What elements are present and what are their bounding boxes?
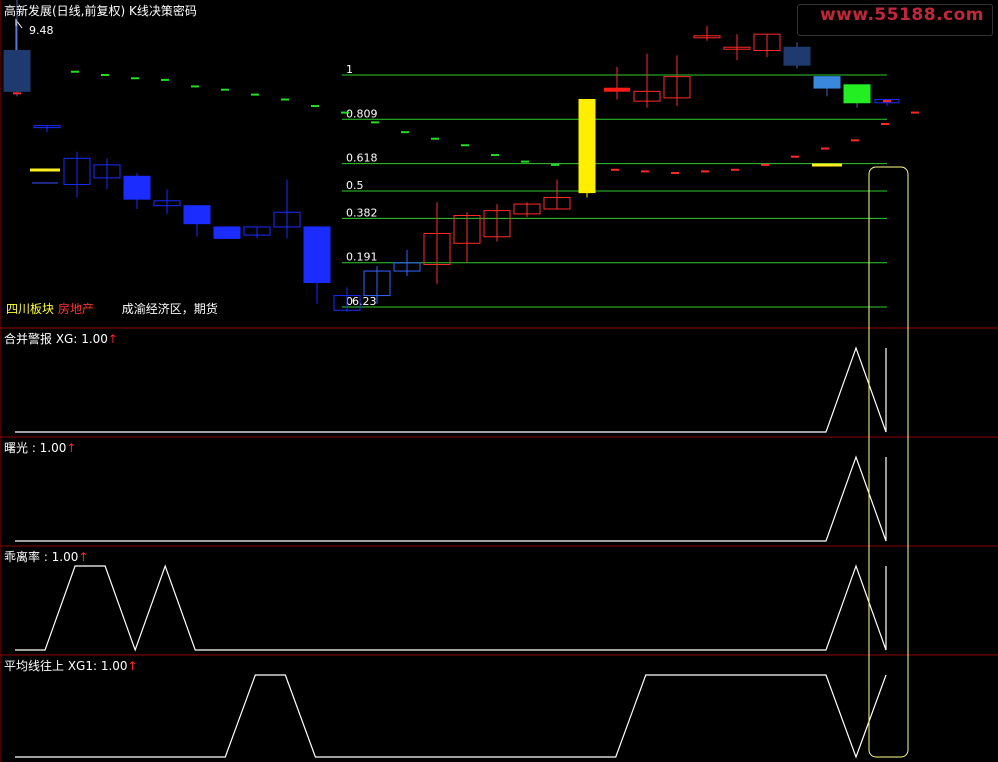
panel-label-3: 平均线往上 XG1: 1.00↑ <box>4 657 138 674</box>
candle-body-20 <box>604 87 630 92</box>
fib-label-4: 0.382 <box>346 206 378 219</box>
panel-label-text-0: 合并警报 XG: 1.00 <box>4 332 108 346</box>
panel-label-text-1: 曙光 : 1.00 <box>4 441 67 455</box>
panel-label-text-3: 平均线往上 XG1: 1.00 <box>4 659 128 673</box>
indicator-line-3 <box>15 674 887 759</box>
panel-label-1: 曙光 : 1.00↑ <box>4 439 76 456</box>
indicator-line-2 <box>15 564 887 652</box>
sector-tag-region[interactable]: 成渝经济区，期货 <box>122 302 218 316</box>
up-arrow-icon: ↑ <box>78 550 89 564</box>
candle-body-26 <box>783 46 811 66</box>
indicator-line-1 <box>15 455 887 542</box>
sector-tag-realestate[interactable]: 房地产 <box>58 302 94 316</box>
candle-body-10 <box>303 226 331 283</box>
sector-tag-sichuan[interactable]: 四川板块 <box>6 302 54 316</box>
watermark: www.55188.com <box>819 5 984 25</box>
panel-label-0: 合并警报 XG: 1.00↑ <box>4 330 118 347</box>
fib-label-2: 0.618 <box>346 152 378 165</box>
up-arrow-icon: ↑ <box>107 332 118 346</box>
chart-canvas: 10.8090.6180.50.3820.1910 6.239.48 <box>0 0 998 762</box>
candle-body-7 <box>213 226 241 239</box>
panel-label-2: 乖离率 : 1.00↑ <box>4 548 88 565</box>
candle-body-27 <box>813 76 841 89</box>
high-price-label: 9.48 <box>29 24 54 37</box>
candle-body-4 <box>123 175 151 200</box>
fib-label-1: 0.809 <box>346 107 378 120</box>
indicator-line-0 <box>15 346 887 433</box>
highlight-box <box>868 166 909 758</box>
sector-tags: 四川板块 房地产 成渝经济区，期货 <box>6 302 218 316</box>
panel-label-text-2: 乖离率 : 1.00 <box>4 550 79 564</box>
fib-label-0: 1 <box>346 63 353 76</box>
candle-body-0 <box>3 49 31 92</box>
candle-body-19 <box>578 99 596 194</box>
chart-title: 高新发展(日线,前复权) K线决策密码 <box>4 4 197 18</box>
fib-label-3: 0.5 <box>346 179 364 192</box>
candle-body-6 <box>183 205 211 225</box>
up-arrow-icon: ↑ <box>66 441 77 455</box>
fib-label-5: 0.191 <box>346 251 378 264</box>
up-arrow-icon: ↑ <box>127 659 138 673</box>
candle-body-28 <box>843 84 871 104</box>
low-price-label: 6.23 <box>352 295 377 308</box>
